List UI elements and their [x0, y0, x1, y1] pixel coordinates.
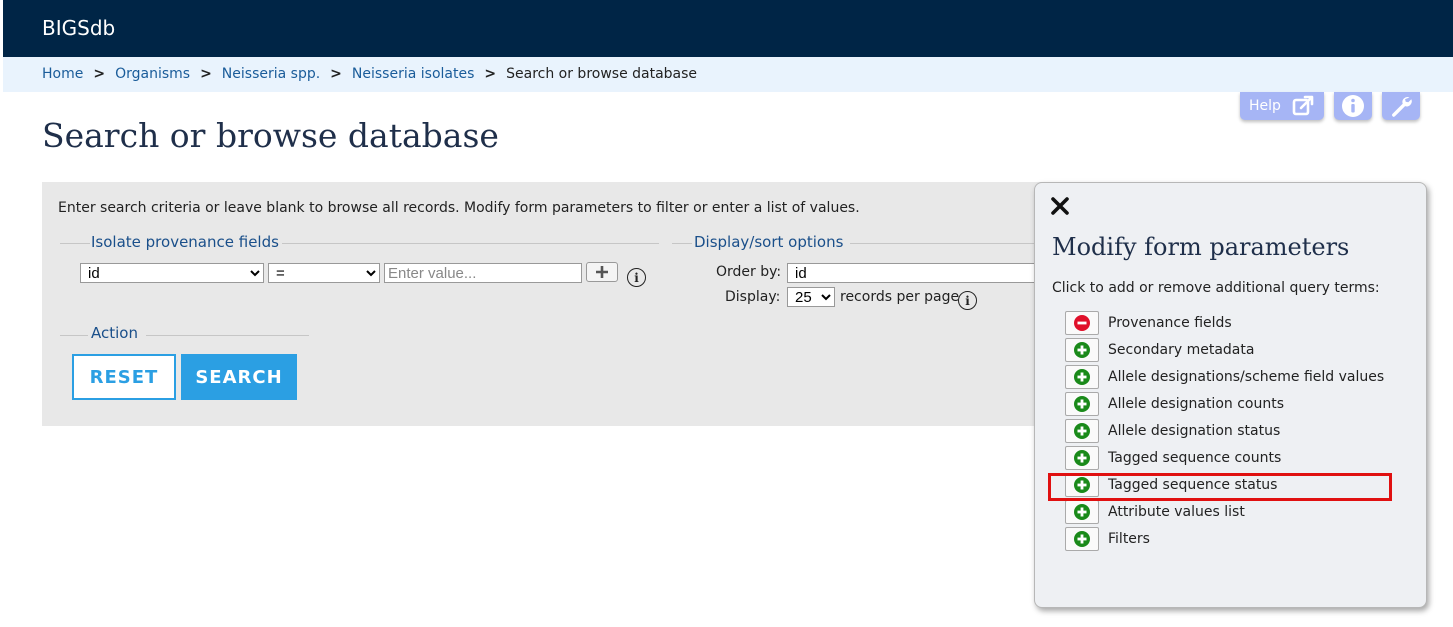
option-label: Attribute values list [1108, 504, 1245, 520]
toggle-attribute-values-list-button[interactable] [1065, 500, 1099, 524]
breadcrumb: Home > Organisms > Neisseria spp. > Neis… [3, 57, 1453, 92]
highlight-box [1048, 473, 1392, 501]
plus-circle-icon [1074, 423, 1090, 439]
toggle-filters-button[interactable] [1065, 527, 1099, 551]
provenance-info-icon[interactable]: i [627, 268, 646, 287]
toggle-allele-designations-button[interactable] [1065, 365, 1099, 389]
add-field-button[interactable] [586, 262, 618, 282]
display-legend: Display/sort options [694, 233, 844, 251]
order-by-label: Order by: [716, 264, 782, 280]
breadcrumb-separator: > [330, 66, 342, 82]
admin-button[interactable] [1382, 92, 1420, 120]
option-attribute-values-list: Attribute values list [1065, 500, 1245, 524]
close-icon[interactable] [1050, 196, 1070, 216]
breadcrumb-separator: > [484, 66, 497, 82]
toolbar: Help [1240, 92, 1420, 120]
order-by-select[interactable]: id [787, 263, 1067, 283]
help-button[interactable]: Help [1240, 92, 1324, 120]
breadcrumb-home[interactable]: Home [42, 66, 83, 82]
toggle-provenance-fields-button[interactable] [1065, 311, 1099, 335]
info-icon [1342, 95, 1364, 117]
reset-button[interactable]: RESET [72, 354, 176, 400]
option-tagged-sequence-counts: Tagged sequence counts [1065, 446, 1281, 470]
plus-circle-icon [1074, 504, 1090, 520]
option-filters: Filters [1065, 527, 1150, 551]
breadcrumb-trail: Home > Organisms > Neisseria spp. > Neis… [42, 66, 697, 82]
search-form-panel: Enter search criteria or leave blank to … [42, 182, 1112, 426]
page-title: Search or browse database [42, 116, 499, 155]
search-button[interactable]: SEARCH [181, 354, 297, 400]
toggle-allele-designation-counts-button[interactable] [1065, 392, 1099, 416]
operator-select[interactable]: = [268, 263, 380, 283]
option-allele-designation-status: Allele designation status [1065, 419, 1280, 443]
plus-circle-icon [1074, 342, 1090, 358]
breadcrumb-separator: > [93, 66, 106, 82]
option-provenance-fields: Provenance fields [1065, 311, 1232, 335]
fieldset-border [672, 243, 692, 244]
fieldset-border [282, 243, 659, 244]
plus-circle-icon [1074, 396, 1090, 412]
plus-circle-icon [1074, 450, 1090, 466]
option-secondary-metadata: Secondary metadata [1065, 338, 1254, 362]
option-allele-designation-counts: Allele designation counts [1065, 392, 1284, 416]
modify-panel-title: Modify form parameters [1052, 233, 1350, 261]
value-input[interactable] [384, 263, 582, 283]
provenance-legend: Isolate provenance fields [91, 233, 279, 251]
toggle-tagged-sequence-counts-button[interactable] [1065, 446, 1099, 470]
records-per-page-select[interactable]: 25 [787, 287, 835, 307]
fieldset-border [850, 243, 1040, 244]
plus-icon [596, 266, 608, 278]
breadcrumb-neisseria-isolates[interactable]: Neisseria isolates [352, 66, 474, 82]
app-title[interactable]: BIGSdb [42, 16, 115, 40]
provenance-field-select[interactable]: id [80, 263, 264, 283]
top-header: BIGSdb [3, 0, 1453, 57]
breadcrumb-separator: > [200, 66, 212, 82]
wrench-icon [1392, 97, 1412, 117]
external-link-icon [1292, 95, 1314, 116]
display-info-icon[interactable]: i [958, 291, 977, 310]
display-label: Display: [725, 289, 781, 305]
toggle-secondary-metadata-button[interactable] [1065, 338, 1099, 362]
minus-circle-icon [1074, 315, 1090, 331]
records-per-page-label: records per page [840, 289, 960, 305]
fieldset-border [146, 335, 309, 336]
action-legend: Action [91, 324, 138, 342]
option-allele-designations: Allele designations/scheme field values [1065, 365, 1384, 389]
fieldset-border [60, 243, 90, 244]
search-instructions: Enter search criteria or leave blank to … [58, 200, 860, 216]
plus-circle-icon [1074, 531, 1090, 547]
info-button[interactable] [1334, 92, 1372, 120]
plus-circle-icon [1074, 369, 1090, 385]
option-label: Allele designation status [1108, 423, 1281, 439]
breadcrumb-organisms[interactable]: Organisms [115, 66, 190, 82]
modify-form-panel: Modify form parameters Click to add or r… [1034, 182, 1427, 608]
breadcrumb-current: Search or browse database [506, 66, 698, 82]
fieldset-border [60, 335, 88, 336]
option-label: Secondary metadata [1108, 342, 1255, 358]
option-label: Provenance fields [1108, 315, 1232, 331]
toggle-allele-designation-status-button[interactable] [1065, 419, 1099, 443]
option-label: Filters [1108, 531, 1150, 547]
option-label: Allele designation counts [1108, 396, 1285, 412]
breadcrumb-neisseria-spp[interactable]: Neisseria spp. [222, 66, 320, 82]
option-label: Allele designations/scheme field values [1108, 369, 1385, 385]
help-label: Help [1249, 98, 1281, 114]
modify-panel-description: Click to add or remove additional query … [1052, 280, 1380, 296]
option-label: Tagged sequence counts [1108, 450, 1282, 466]
